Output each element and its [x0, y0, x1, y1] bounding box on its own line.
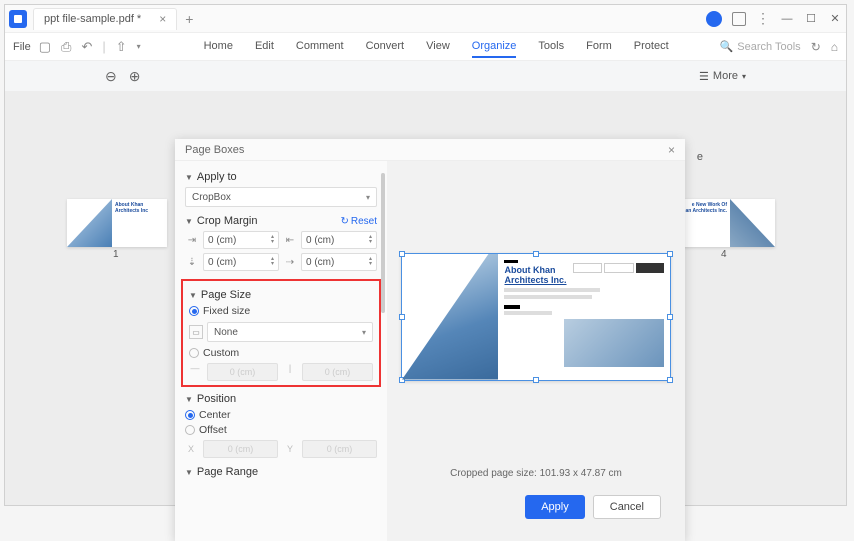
- apply-button[interactable]: Apply: [525, 495, 585, 519]
- close-button[interactable]: ✕: [828, 12, 842, 26]
- qat-chevron-icon[interactable]: ▾: [137, 42, 141, 51]
- offset-y-input: 0 (cm): [302, 440, 377, 458]
- search-icon: 🔍: [720, 40, 734, 53]
- dialog-header: Page Boxes × e: [175, 139, 685, 161]
- secondary-toolbar: ⊖ ⊕ ☰ More ▾: [5, 61, 846, 91]
- margin-left-icon: ⇤: [283, 233, 297, 247]
- app-icon: [9, 10, 27, 28]
- home-icon[interactable]: ⌂: [831, 40, 838, 54]
- reset-icon: ↻: [340, 216, 348, 227]
- dialog-footer: Apply Cancel: [397, 489, 675, 531]
- margin-top-input[interactable]: 0 (cm)▴▾: [203, 231, 279, 249]
- menu-form[interactable]: Form: [586, 36, 612, 58]
- save-icon[interactable]: ▢: [39, 39, 51, 55]
- zoom-in-icon[interactable]: ⊕: [129, 68, 141, 85]
- crop-size-info: Cropped page size: 101.93 x 47.87 cm: [397, 462, 675, 489]
- crop-handle[interactable]: [533, 251, 539, 257]
- margin-right-input[interactable]: 0 (cm)▴▾: [301, 253, 377, 271]
- fixed-size-select[interactable]: None▾: [207, 322, 373, 342]
- notification-icon[interactable]: [732, 12, 746, 26]
- quick-access-toolbar: ▢ ⎙ ↶ | ⇧ ▾: [39, 39, 141, 55]
- menu-organize[interactable]: Organize: [472, 36, 517, 58]
- search-label: Search Tools: [737, 41, 800, 53]
- page-boxes-dialog: Page Boxes × e ▼Apply to CropBox▾ ▼Crop …: [175, 139, 685, 541]
- crop-handle[interactable]: [399, 251, 405, 257]
- page-thumb-1[interactable]: About KhanArchitects Inc: [67, 199, 167, 247]
- dialog-preview-panel: About Khan Architects Inc.: [387, 161, 685, 541]
- maximize-button[interactable]: ☐: [804, 12, 818, 26]
- menu-edit[interactable]: Edit: [255, 36, 274, 58]
- custom-width-input: 0 (cm): [207, 363, 278, 381]
- hamburger-icon: ☰: [699, 70, 709, 83]
- undo-icon[interactable]: ↶: [81, 39, 92, 55]
- print-icon[interactable]: ⎙: [61, 39, 71, 55]
- margin-left-input[interactable]: 0 (cm)▴▾: [301, 231, 377, 249]
- app-window: ppt file-sample.pdf * × + ⋮ — ☐ ✕ File ▢…: [4, 4, 847, 506]
- page-size-highlight: ▼Page Size Fixed size ▭ None▾ Custom — 0…: [181, 279, 381, 387]
- menu-convert[interactable]: Convert: [366, 36, 405, 58]
- margin-right-icon: ⇢: [283, 255, 297, 269]
- page-thumb-4[interactable]: e New Work Ofan Architects Inc.: [675, 199, 775, 247]
- dialog-close-icon[interactable]: ×: [668, 143, 675, 157]
- dialog-title: Page Boxes: [185, 144, 244, 156]
- menu-view[interactable]: View: [426, 36, 450, 58]
- position-center-radio[interactable]: Center: [185, 409, 377, 421]
- menu-protect[interactable]: Protect: [634, 36, 669, 58]
- reset-button[interactable]: ↻Reset: [340, 216, 377, 227]
- content-area: About KhanArchitects Inc 1 e New Work Of…: [5, 91, 846, 505]
- scrollbar[interactable]: [381, 173, 385, 313]
- crop-handle[interactable]: [667, 251, 673, 257]
- share-icon[interactable]: ⇧: [116, 39, 127, 55]
- dialog-options-panel: ▼Apply to CropBox▾ ▼Crop Margin ↻Reset ⇥…: [175, 161, 387, 541]
- chevron-down-icon: ▾: [366, 193, 370, 202]
- tab-title: ppt file-sample.pdf *: [44, 13, 141, 25]
- thumb-number-4: 4: [721, 249, 727, 260]
- margin-bottom-icon: ⇣: [185, 255, 199, 269]
- crop-handle[interactable]: [667, 377, 673, 383]
- menu-tools[interactable]: Tools: [538, 36, 564, 58]
- crop-handle[interactable]: [667, 314, 673, 320]
- margin-top-icon: ⇥: [185, 233, 199, 247]
- apply-to-header[interactable]: ▼Apply to: [185, 171, 377, 183]
- thumb-number-1: 1: [113, 249, 119, 260]
- margin-bottom-input[interactable]: 0 (cm)▴▾: [203, 253, 279, 271]
- minimize-button[interactable]: —: [780, 12, 794, 26]
- custom-size-radio[interactable]: Custom: [189, 347, 373, 359]
- offset-x-input: 0 (cm): [203, 440, 278, 458]
- sync-icon[interactable]: ↻: [811, 40, 821, 54]
- user-avatar-icon[interactable]: [706, 11, 722, 27]
- menu-comment[interactable]: Comment: [296, 36, 344, 58]
- apply-to-select[interactable]: CropBox▾: [185, 187, 377, 207]
- crop-margin-header[interactable]: ▼Crop Margin ↻Reset: [185, 215, 377, 227]
- crop-handle[interactable]: [399, 314, 405, 320]
- tab-close-icon[interactable]: ×: [159, 12, 166, 26]
- search-tools[interactable]: 🔍 Search Tools: [720, 40, 801, 53]
- main-menu: Home Edit Comment Convert View Organize …: [153, 36, 720, 58]
- page-size-header[interactable]: ▼Page Size: [189, 289, 373, 301]
- menu-home[interactable]: Home: [204, 36, 233, 58]
- page-range-header[interactable]: ▼Page Range: [185, 466, 377, 478]
- position-header[interactable]: ▼Position: [185, 393, 377, 405]
- fixed-size-radio[interactable]: Fixed size: [189, 305, 373, 317]
- chevron-down-icon: ▾: [742, 72, 746, 81]
- new-tab-button[interactable]: +: [185, 11, 193, 27]
- menubar: File ▢ ⎙ ↶ | ⇧ ▾ Home Edit Comment Conve…: [5, 33, 846, 61]
- crop-preview[interactable]: About Khan Architects Inc.: [402, 254, 670, 380]
- more-label: More: [713, 70, 738, 82]
- cancel-button[interactable]: Cancel: [593, 495, 661, 519]
- more-dropdown[interactable]: ☰ More ▾: [699, 70, 746, 83]
- document-tab[interactable]: ppt file-sample.pdf * ×: [33, 8, 177, 30]
- file-menu[interactable]: File: [13, 41, 31, 53]
- more-icon[interactable]: ⋮: [756, 10, 770, 27]
- position-offset-radio[interactable]: Offset: [185, 424, 377, 436]
- orientation-icon[interactable]: ▭: [189, 325, 203, 339]
- titlebar: ppt file-sample.pdf * × + ⋮ — ☐ ✕: [5, 5, 846, 33]
- chevron-down-icon: ▾: [362, 328, 366, 337]
- crop-handle[interactable]: [533, 377, 539, 383]
- zoom-out-icon[interactable]: ⊖: [105, 68, 117, 85]
- custom-height-input: 0 (cm): [302, 363, 373, 381]
